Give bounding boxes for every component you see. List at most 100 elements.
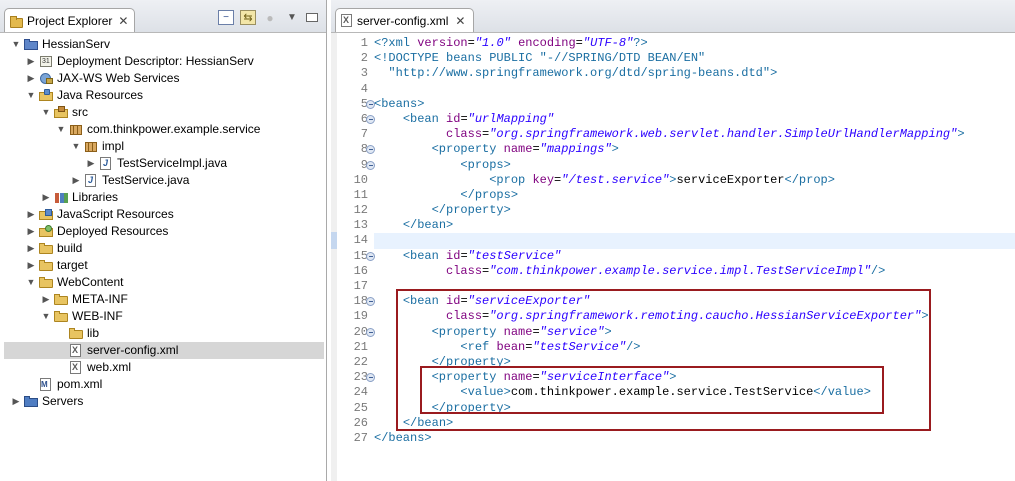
close-icon[interactable]: ✕	[455, 14, 465, 28]
code-line[interactable]: <bean id="serviceExporter"	[374, 294, 1015, 309]
collapsed-twisty-icon[interactable]: ▶	[25, 223, 37, 240]
line-number: 26	[337, 416, 373, 431]
line-number-text: 27	[353, 430, 368, 445]
code-line[interactable]: <property name="service">	[374, 325, 1015, 340]
code-line[interactable]: </property>	[374, 203, 1015, 218]
code-line[interactable]: <beans>	[374, 97, 1015, 112]
tree-item[interactable]: ▼ WebContent	[4, 274, 324, 291]
tree-item[interactable]: server-config.xml	[4, 342, 324, 359]
tree-item[interactable]: web.xml	[4, 359, 324, 376]
tree-item[interactable]: ▶ build	[4, 240, 324, 257]
code-line[interactable]: </props>	[374, 188, 1015, 203]
collapsed-twisty-icon[interactable]: ▶	[25, 53, 37, 70]
line-number-text: 11	[353, 187, 368, 202]
expanded-twisty-icon[interactable]: ▼	[25, 274, 37, 291]
minimize-icon[interactable]	[306, 13, 318, 22]
code-token: <!DOCTYPE beans PUBLIC "-//SPRING/DTD BE…	[374, 51, 706, 66]
code-line[interactable]: <bean id="testService"	[374, 249, 1015, 264]
tree-item[interactable]: ▶ Deployed Resources	[4, 223, 324, 240]
collapse-all-icon[interactable]: −	[218, 10, 234, 25]
tree-item[interactable]: ▼ Java Resources	[4, 87, 324, 104]
expanded-twisty-icon[interactable]: ▼	[10, 36, 22, 53]
code-token: <property	[431, 370, 504, 385]
tree-item-label: JAX-WS Web Services	[57, 71, 180, 85]
code-token: <property	[431, 142, 504, 157]
expanded-twisty-icon[interactable]: ▼	[25, 87, 37, 104]
tree-item[interactable]: ▼ com.thinkpower.example.service	[4, 121, 324, 138]
line-number: 5	[337, 97, 375, 112]
expanded-twisty-icon[interactable]: ▼	[70, 138, 82, 155]
code-line[interactable]: class="org.springframework.web.servlet.h…	[374, 127, 1015, 142]
tree-item[interactable]: ▶ Servers	[4, 393, 324, 410]
code-line[interactable]: </bean>	[374, 416, 1015, 431]
code-line[interactable]: <!DOCTYPE beans PUBLIC "-//SPRING/DTD BE…	[374, 51, 1015, 66]
filter-icon[interactable]: ●	[262, 10, 278, 25]
view-menu-icon[interactable]: ▼	[284, 10, 300, 25]
link-with-editor-icon[interactable]: ⇆	[240, 10, 256, 25]
code-line[interactable]: <property name="serviceInterface">	[374, 370, 1015, 385]
ws-icon	[39, 72, 54, 85]
folder-icon	[69, 327, 84, 340]
code-line[interactable]: class="com.thinkpower.example.service.im…	[374, 264, 1015, 279]
collapsed-twisty-icon[interactable]: ▶	[40, 189, 52, 206]
tree-item[interactable]: ▼ WEB-INF	[4, 308, 324, 325]
code-line[interactable]	[374, 233, 1015, 249]
collapsed-twisty-icon[interactable]: ▶	[25, 206, 37, 223]
code-line[interactable]: <property name="mappings">	[374, 142, 1015, 157]
code-line[interactable]: <?xml version="1.0" encoding="UTF-8"?>	[374, 36, 1015, 51]
editor-tab-server-config[interactable]: server-config.xml ✕	[335, 8, 475, 32]
code-line[interactable]: class="org.springframework.remoting.cauc…	[374, 309, 1015, 324]
line-number: 11	[337, 188, 373, 203]
collapsed-twisty-icon[interactable]: ▶	[85, 155, 97, 172]
expanded-twisty-icon[interactable]: ▼	[40, 308, 52, 325]
line-number: 3	[337, 66, 373, 81]
tree-item[interactable]: ▶ TestService.java	[4, 172, 324, 189]
line-number: 13	[337, 218, 373, 233]
code-line[interactable]: <props>	[374, 158, 1015, 173]
code-line[interactable]: <value>com.thinkpower.example.service.Te…	[374, 385, 1015, 400]
code-token: "/test.service"	[561, 172, 670, 187]
collapsed-twisty-icon[interactable]: ▶	[25, 240, 37, 257]
tree-item[interactable]: ▶ target	[4, 257, 324, 274]
tree-item[interactable]: ▶ Libraries	[4, 189, 324, 206]
code-line[interactable]	[374, 279, 1015, 294]
code-line[interactable]: </bean>	[374, 218, 1015, 233]
tree-item[interactable]: ▶ Deployment Descriptor: HessianServ	[4, 53, 324, 70]
libs-icon	[54, 191, 69, 204]
code-area[interactable]: <?xml version="1.0" encoding="UTF-8"?> <!…	[374, 36, 1015, 446]
code-token: </beans>	[374, 430, 432, 445]
collapsed-twisty-icon[interactable]: ▶	[70, 172, 82, 189]
code-token: >	[957, 127, 965, 142]
code-line[interactable]: <bean id="urlMapping"	[374, 112, 1015, 127]
code-line[interactable]: </property>	[374, 401, 1015, 416]
collapsed-twisty-icon[interactable]: ▶	[10, 393, 22, 410]
code-line[interactable]: <ref bean="testService"/>	[374, 340, 1015, 355]
tree-item[interactable]: ▼ src	[4, 104, 324, 121]
code-line[interactable]	[374, 82, 1015, 97]
code-line[interactable]: </property>	[374, 355, 1015, 370]
close-icon[interactable]: ✕	[118, 14, 128, 28]
collapsed-twisty-icon[interactable]: ▶	[25, 257, 37, 274]
tree-item[interactable]: lib	[4, 325, 324, 342]
project-explorer-tab[interactable]: Project Explorer ✕	[4, 8, 136, 32]
code-token: </property>	[431, 354, 511, 369]
code-line[interactable]: </beans>	[374, 431, 1015, 446]
collapsed-twisty-icon[interactable]: ▶	[40, 291, 52, 308]
code-line[interactable]: <prop key="/test.service">serviceExporte…	[374, 173, 1015, 188]
code-line[interactable]: "http://www.springframework.org/dtd/spri…	[374, 66, 1015, 81]
tree-item[interactable]: ▼ HessianServ	[4, 36, 324, 53]
tree-item[interactable]: ▶ JavaScript Resources	[4, 206, 324, 223]
code-token: >	[669, 370, 677, 385]
tree-item[interactable]: pom.xml	[4, 376, 324, 393]
expanded-twisty-icon[interactable]: ▼	[55, 121, 67, 138]
tree-item[interactable]: ▼ impl	[4, 138, 324, 155]
collapsed-twisty-icon[interactable]: ▶	[25, 70, 37, 87]
pkg-icon	[69, 123, 84, 136]
expanded-twisty-icon[interactable]: ▼	[40, 104, 52, 121]
tree-item[interactable]: ▶ META-INF	[4, 291, 324, 308]
tree-item[interactable]: ▶ JAX-WS Web Services	[4, 70, 324, 87]
tree-item[interactable]: ▶ TestServiceImpl.java	[4, 155, 324, 172]
code-token: class	[446, 127, 483, 142]
